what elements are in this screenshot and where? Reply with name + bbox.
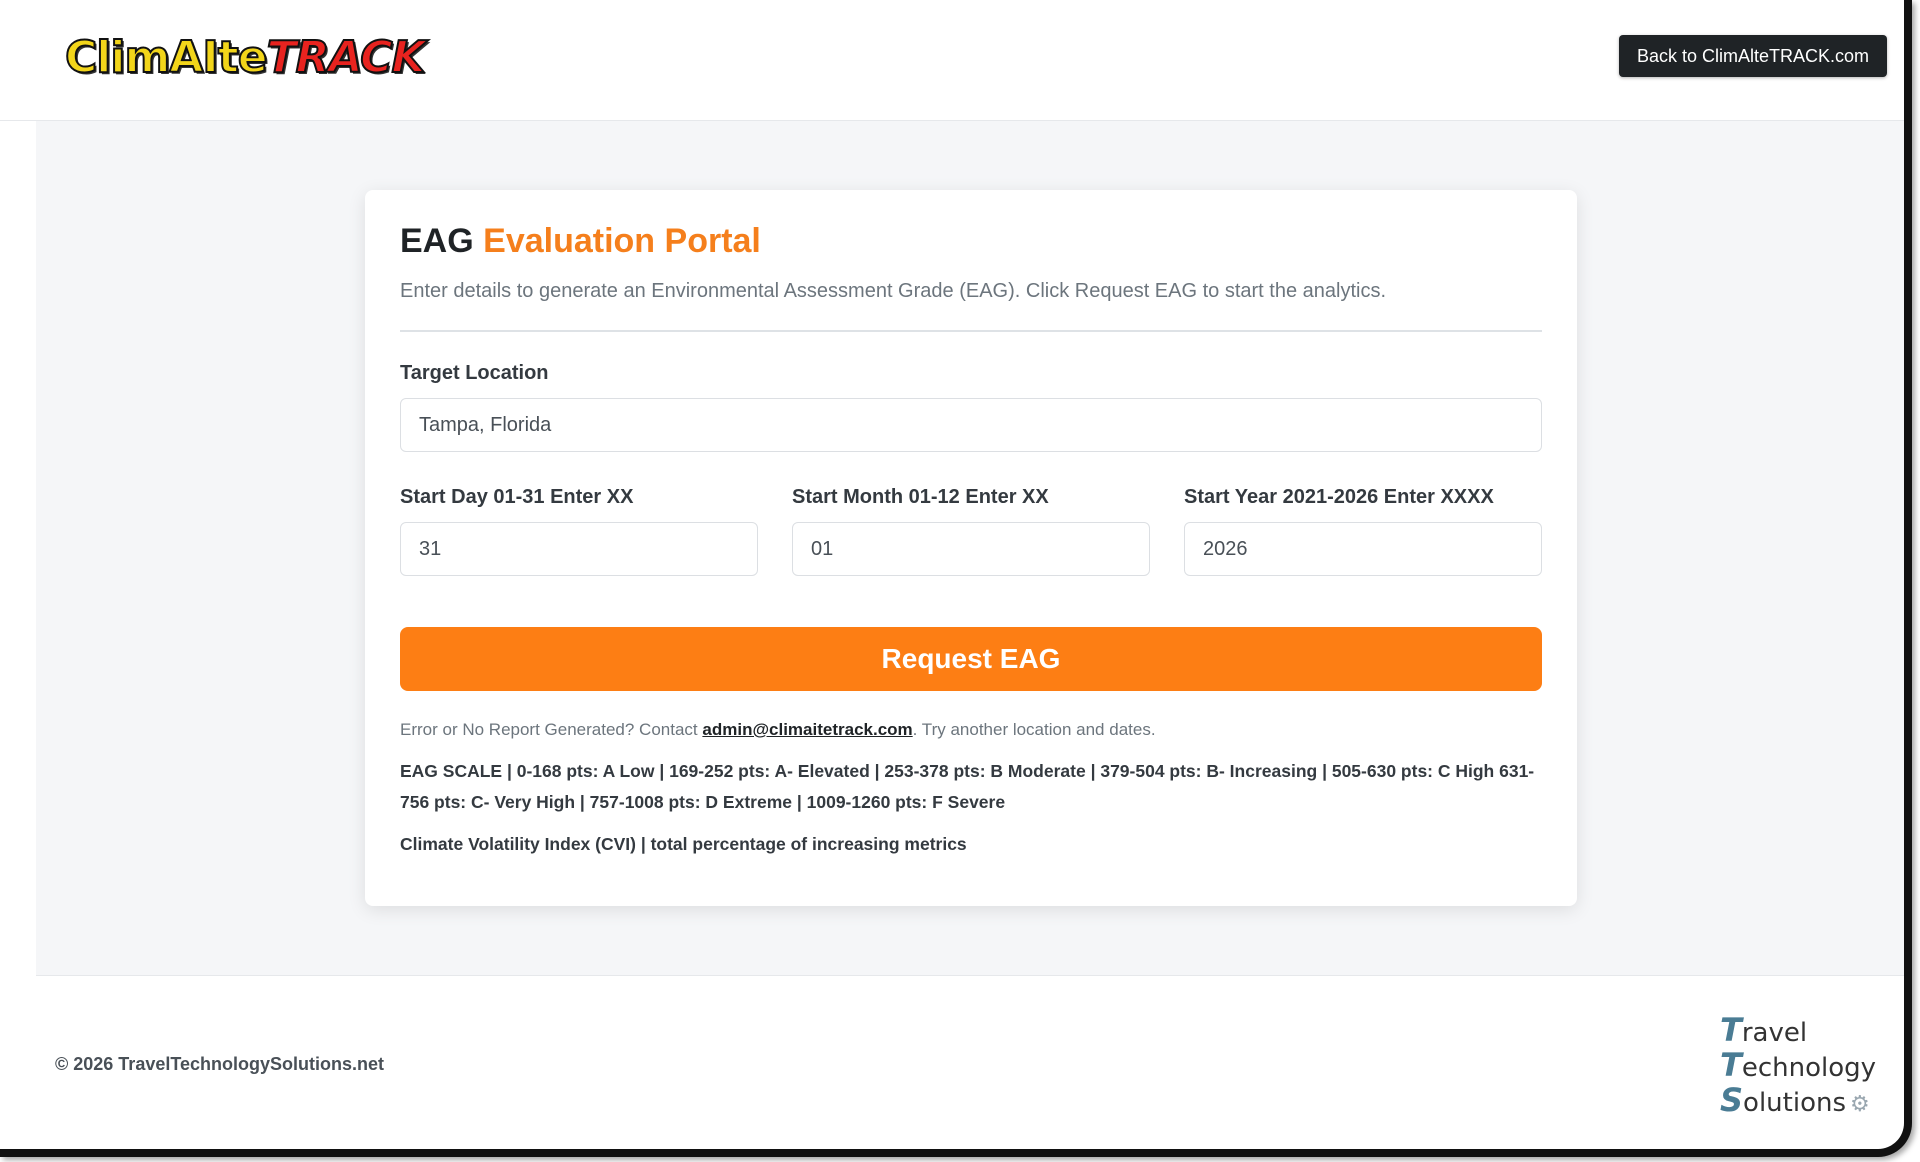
note-suffix: . Try another location and dates.	[912, 720, 1156, 739]
logo-text-track: TRACK	[266, 31, 427, 84]
logo-cap-t1: T	[1720, 1011, 1742, 1049]
gear-icon: ⚙	[1850, 1092, 1870, 1117]
note-prefix: Error or No Report Generated? Contact	[400, 720, 698, 739]
logo-word-echnology: echnology	[1741, 1053, 1877, 1083]
cvi-text: Climate Volatility Index (CVI) | total p…	[400, 834, 967, 854]
title-prefix: EAG	[400, 222, 474, 260]
eag-portal-card: EAG Evaluation Portal Enter details to g…	[365, 190, 1577, 906]
logo-word-ravel: ravel	[1741, 1018, 1808, 1048]
start-year-input[interactable]	[1184, 522, 1542, 576]
site-header: ClimAIteTRACK Back to ClimAlteTRACK.com	[0, 0, 1904, 121]
logo-line-technology: Technology	[1720, 1049, 1880, 1084]
target-location-label: Target Location	[400, 362, 549, 384]
logo-text-climaite: ClimAIte	[64, 31, 269, 84]
main-content: EAG Evaluation Portal Enter details to g…	[36, 121, 1904, 976]
start-day-label: Start Day 01-31 Enter XX	[400, 486, 634, 508]
support-note: Error or No Report Generated? Contact ad…	[400, 720, 1156, 740]
logo-line-travel: Travel	[1720, 1014, 1880, 1049]
travel-technology-solutions-logo: Travel Technology Solutions ⚙	[1720, 1014, 1880, 1121]
support-email-link[interactable]: admin@climaitetrack.com	[702, 720, 912, 739]
eag-scale-text: EAG SCALE | 0-168 pts: A Low | 169-252 p…	[400, 761, 1535, 812]
browser-page: ClimAIteTRACK Back to ClimAlteTRACK.com …	[0, 0, 1912, 1157]
start-month-label: Start Month 01-12 Enter XX	[792, 486, 1049, 508]
title-accent: Evaluation Portal	[483, 222, 761, 260]
start-year-label: Start Year 2021-2026 Enter XXXX	[1184, 486, 1494, 508]
target-location-input[interactable]	[400, 398, 1542, 452]
divider	[400, 330, 1542, 332]
request-eag-button[interactable]: Request EAG	[400, 627, 1542, 691]
start-month-input[interactable]	[792, 522, 1150, 576]
footer-copyright: © 2026 TravelTechnologySolutions.net	[55, 1054, 385, 1074]
logo-cap-s3: S	[1720, 1081, 1744, 1119]
page-subtitle: Enter details to generate an Environment…	[400, 280, 1387, 302]
logo-word-olutions: olutions	[1743, 1088, 1847, 1118]
climaitetrack-logo[interactable]: ClimAIteTRACK	[64, 30, 427, 86]
back-to-site-button[interactable]: Back to ClimAlteTRACK.com	[1619, 35, 1887, 77]
start-day-input[interactable]	[400, 522, 758, 576]
page-title: EAG Evaluation Portal	[400, 222, 761, 261]
logo-cap-t2: T	[1720, 1046, 1742, 1084]
logo-line-solutions: Solutions ⚙	[1720, 1084, 1880, 1121]
